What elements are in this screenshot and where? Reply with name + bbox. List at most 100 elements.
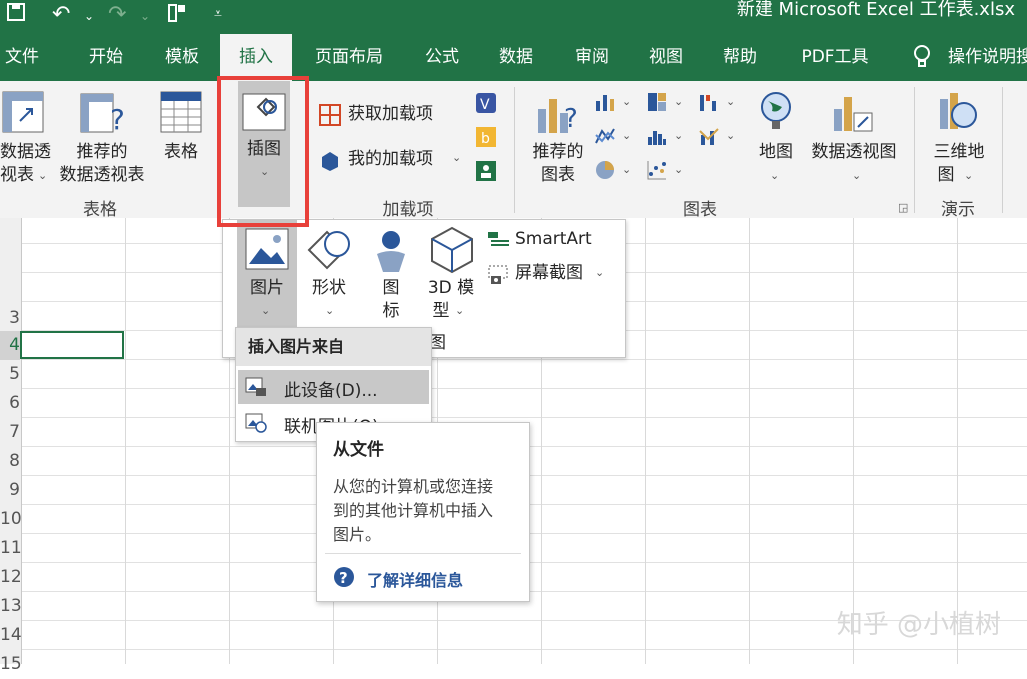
chevron-down-icon[interactable]: ⌄ (674, 163, 683, 176)
tab-file[interactable]: 文件 (0, 34, 44, 81)
recommended-pivot-label-1[interactable]: 推荐的 (58, 141, 146, 164)
tab-help[interactable]: 帮助 (718, 34, 762, 81)
dialog-launcher-icon[interactable]: ◲ (898, 201, 908, 214)
tab-page-layout[interactable]: 页面布局 (310, 34, 388, 81)
chevron-down-icon[interactable]: ⌄ (852, 169, 861, 182)
scatter-chart-icon[interactable] (646, 159, 668, 186)
chevron-down-icon[interactable]: ⌄ (726, 95, 735, 108)
row-header[interactable]: 9 (0, 476, 20, 505)
3d-models-label-2[interactable]: 型 (431, 300, 451, 323)
chevron-down-icon[interactable]: ⌄ (325, 304, 334, 317)
tab-insert[interactable]: 插入 (220, 34, 292, 81)
pivot-table-icon[interactable] (2, 91, 44, 138)
screenshot-label[interactable]: 屏幕截图 (515, 262, 583, 285)
3d-models-icon[interactable] (429, 226, 475, 279)
undo-icon[interactable]: ↶ (52, 2, 70, 27)
chevron-down-icon[interactable]: ⌄ (674, 95, 683, 108)
recommended-charts-icon[interactable]: ? (536, 91, 582, 140)
active-cell[interactable] (20, 331, 124, 359)
chevron-down-icon[interactable]: ⌄ (622, 95, 631, 108)
tab-data[interactable]: 数据 (494, 34, 538, 81)
tab-review[interactable]: 审阅 (570, 34, 614, 81)
pie-chart-icon[interactable] (594, 159, 616, 186)
map-chart-icon[interactable] (758, 91, 794, 136)
row-header[interactable]: 14 (0, 621, 22, 650)
touch-mode-icon[interactable] (166, 2, 188, 30)
online-pictures-icon[interactable] (244, 412, 268, 439)
smartart-label[interactable]: SmartArt (515, 228, 592, 251)
tab-formulas[interactable]: 公式 (420, 34, 464, 81)
menu-item-this-device[interactable]: 此设备(D)... (238, 370, 429, 404)
row-header[interactable]: 5 (0, 360, 20, 389)
screenshot-icon[interactable] (487, 264, 511, 291)
my-addins-icon[interactable] (318, 149, 342, 178)
row-header[interactable]: 11 (0, 534, 22, 563)
chevron-down-icon[interactable]: ⌄ (770, 169, 779, 182)
visio-icon[interactable]: V (474, 91, 498, 120)
tab-home[interactable]: 开始 (84, 34, 128, 81)
tab-view[interactable]: 视图 (644, 34, 688, 81)
tell-me-search[interactable]: 操作说明搜 (948, 34, 1027, 81)
3d-map-label-2[interactable]: 图 (936, 164, 956, 187)
chevron-down-icon[interactable]: ⌄ (452, 151, 461, 164)
recommended-charts-label-2[interactable]: 图表 (528, 164, 588, 187)
row-header[interactable]: 8 (0, 447, 20, 476)
tab-templates[interactable]: 模板 (160, 34, 204, 81)
recommended-charts-label-1[interactable]: 推荐的 (528, 141, 588, 164)
chevron-down-icon[interactable]: ⌄ (726, 129, 735, 142)
chevron-down-icon[interactable]: ⌄ (455, 304, 464, 317)
bing-icon[interactable]: b (474, 125, 498, 154)
combo-chart-icon[interactable] (698, 125, 720, 152)
pivot-chart-icon[interactable] (832, 91, 876, 140)
help-icon[interactable]: ? (333, 566, 355, 593)
pivot-table-label-1[interactable]: 数据透 (0, 141, 52, 164)
my-addins-label[interactable]: 我的加载项 (348, 148, 433, 171)
chevron-down-icon[interactable]: ⌄ (674, 129, 683, 142)
chevron-down-icon[interactable]: ⌄ (964, 169, 973, 182)
row-header[interactable]: 7 (0, 418, 20, 447)
redo-dropdown-icon[interactable]: ⌄ (140, 9, 150, 23)
save-icon[interactable] (6, 2, 26, 28)
pictures-button[interactable]: 图片 ⌄ (237, 220, 297, 328)
learn-more-link[interactable]: 了解详细信息 (367, 567, 463, 591)
table-label[interactable]: 表格 (158, 141, 204, 164)
chevron-down-icon[interactable]: ⌄ (622, 129, 631, 142)
chevron-down-icon[interactable]: ⌄ (622, 163, 631, 176)
3d-models-label-1[interactable]: 3D 模 (423, 277, 479, 300)
icons-icon[interactable] (369, 228, 413, 279)
3d-map-label-1[interactable]: 三维地 (928, 141, 990, 164)
people-graph-icon[interactable] (474, 159, 498, 188)
waterfall-chart-icon[interactable] (698, 91, 720, 118)
row-header[interactable]: 10 (0, 505, 22, 534)
pivot-table-label-2[interactable]: 视表 (0, 164, 40, 187)
table-icon[interactable] (160, 91, 202, 138)
row-header[interactable]: 15 (0, 650, 22, 679)
shapes-label[interactable]: 形状 (303, 277, 355, 300)
chevron-down-icon[interactable]: ⌄ (38, 169, 47, 182)
recommended-pivot-label-2[interactable]: 数据透视表 (54, 164, 150, 187)
3d-map-icon[interactable] (936, 91, 980, 140)
row-header[interactable]: 12 (0, 563, 22, 592)
line-chart-icon[interactable] (594, 125, 616, 152)
get-addins-label[interactable]: 获取加载项 (348, 103, 433, 126)
recommended-pivot-icon[interactable]: ? (80, 91, 126, 140)
column-chart-icon[interactable] (594, 91, 616, 118)
hierarchy-chart-icon[interactable] (646, 91, 668, 118)
icons-label-2[interactable]: 标 (373, 300, 409, 323)
customize-qat-icon[interactable]: ⩡ (214, 6, 222, 22)
tab-pdf-tools[interactable]: PDF工具 (796, 34, 874, 81)
get-addins-icon[interactable] (318, 103, 342, 132)
row-header-active[interactable]: 4 (0, 331, 20, 360)
statistic-chart-icon[interactable] (646, 125, 668, 152)
undo-dropdown-icon[interactable]: ⌄ (84, 9, 94, 23)
shapes-icon[interactable] (305, 228, 353, 279)
icons-label-1[interactable]: 图 (373, 277, 409, 300)
row-header[interactable]: 3 (0, 304, 20, 333)
row-header[interactable]: 13 (0, 592, 22, 621)
pivot-chart-label[interactable]: 数据透视图 (806, 141, 902, 164)
chevron-down-icon[interactable]: ⌄ (595, 266, 604, 279)
map-label[interactable]: 地图 (750, 141, 802, 164)
redo-icon[interactable]: ↷ (108, 2, 126, 27)
smartart-icon[interactable] (487, 230, 511, 255)
row-header[interactable]: 6 (0, 389, 20, 418)
